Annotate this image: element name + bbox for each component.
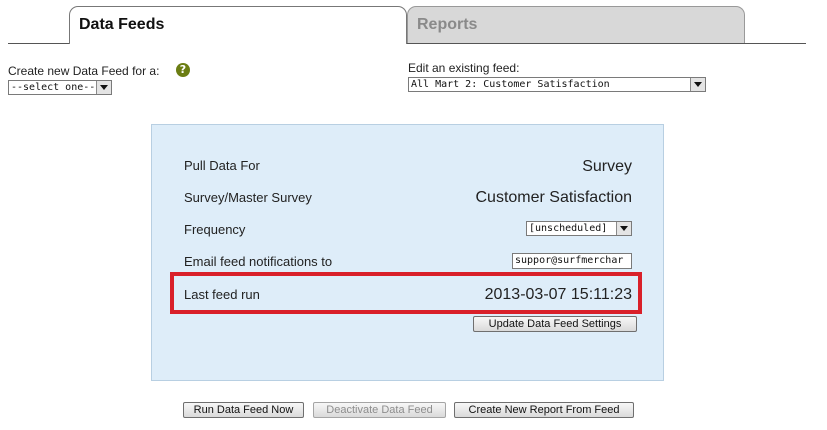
pull-data-value: Survey [582, 158, 632, 175]
deactivate-feed-button: Deactivate Data Feed [313, 402, 446, 418]
edit-feed-select[interactable]: All Mart 2: Customer Satisfaction [408, 77, 706, 92]
tab-data-feeds-label: Data Feeds [79, 16, 165, 33]
frequency-label: Frequency [184, 222, 246, 237]
pull-data-label: Pull Data For [184, 158, 260, 173]
help-icon[interactable]: ? [176, 63, 190, 77]
chevron-down-icon[interactable] [690, 78, 705, 91]
email-label: Email feed notifications to [184, 254, 333, 269]
email-field[interactable]: suppor@surfmerchar [512, 253, 632, 269]
tab-reports-label: Reports [417, 16, 478, 33]
survey-label: Survey/Master Survey [184, 190, 312, 205]
chevron-down-icon[interactable] [616, 222, 631, 235]
tab-data-feeds[interactable]: Data Feeds [69, 6, 407, 44]
frequency-value: [unscheduled] [529, 223, 608, 234]
create-feed-type-value: --select one-- [11, 82, 96, 93]
create-feed-label: Create new Data Feed for a: [8, 64, 160, 78]
tab-reports[interactable]: Reports [407, 6, 745, 43]
create-report-button[interactable]: Create New Report From Feed [454, 402, 634, 418]
edit-feed-value: All Mart 2: Customer Satisfaction [411, 79, 610, 90]
survey-value: Customer Satisfaction [475, 189, 632, 206]
create-feed-type-select[interactable]: --select one-- [8, 80, 112, 95]
update-settings-button[interactable]: Update Data Feed Settings [473, 316, 637, 332]
frequency-select[interactable]: [unscheduled] [526, 221, 632, 236]
edit-feed-label: Edit an existing feed: [408, 61, 520, 75]
chevron-down-icon[interactable] [96, 81, 111, 94]
last-run-highlight [170, 272, 642, 314]
run-feed-now-button[interactable]: Run Data Feed Now [183, 402, 304, 418]
